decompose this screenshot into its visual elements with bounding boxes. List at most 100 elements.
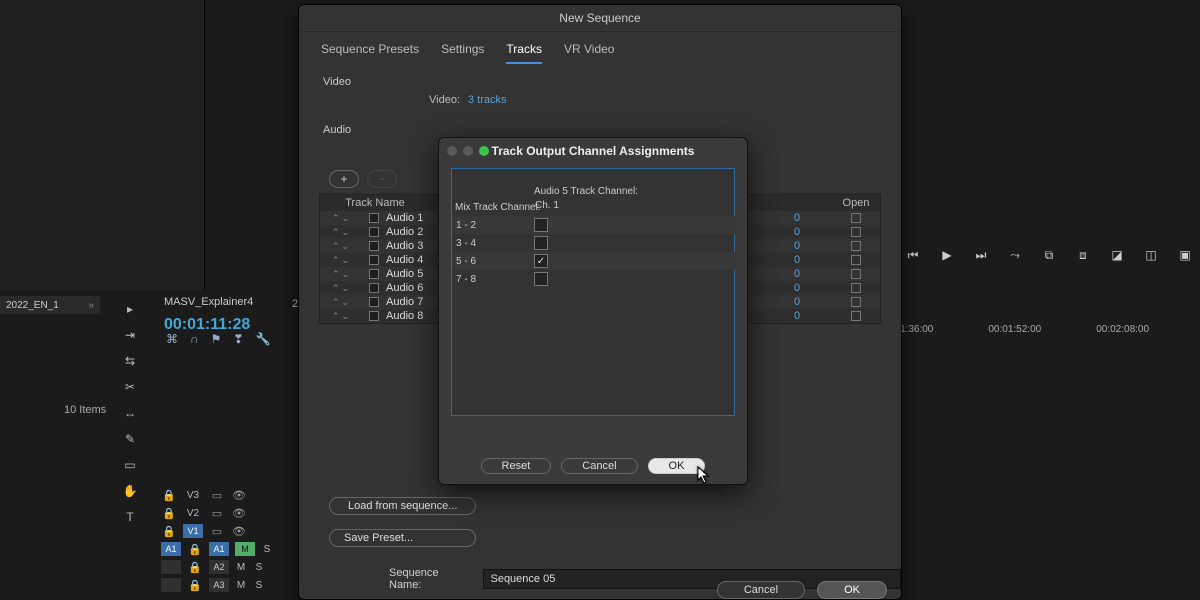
track-enable-checkbox[interactable] [366, 255, 382, 265]
open-checkbox[interactable] [832, 297, 880, 307]
chevron-up-icon[interactable]: ⌃ [332, 297, 340, 308]
chevron-down-icon[interactable]: ⌄ [342, 241, 350, 252]
lock-icon[interactable]: 🔒 [186, 541, 204, 557]
lock-icon[interactable]: 🔒 [186, 577, 204, 593]
track-enable-checkbox[interactable] [366, 283, 382, 293]
pan-value[interactable]: 0 [762, 212, 832, 224]
lock-icon[interactable]: 🔒 [160, 505, 178, 521]
cancel-button[interactable]: Cancel [717, 581, 805, 599]
pan-value[interactable]: 0 [762, 254, 832, 266]
pan-value[interactable]: 0 [762, 240, 832, 252]
toggle-output-icon[interactable]: ▭ [208, 505, 226, 521]
audio-track-row[interactable]: 🔒 A3 M S [160, 576, 274, 594]
minimize-dot-icon[interactable] [463, 146, 473, 156]
step-back-icon[interactable]: ⏮ [905, 247, 921, 263]
chevron-up-icon[interactable]: ⌃ [332, 283, 340, 294]
window-controls[interactable] [447, 146, 489, 156]
track-enable-checkbox[interactable] [366, 227, 382, 237]
pan-value[interactable]: 0 [762, 310, 832, 322]
pan-value[interactable]: 0 [762, 268, 832, 280]
rect-tool-icon[interactable]: ▭ [120, 456, 140, 474]
pan-value[interactable]: 0 [762, 282, 832, 294]
pan-value[interactable]: 0 [762, 296, 832, 308]
chevron-up-icon[interactable]: ⌃ [332, 227, 340, 238]
lock-icon[interactable]: 🔒 [160, 523, 178, 539]
razor-tool-icon[interactable]: ✂ [120, 378, 140, 396]
track-select-tool-icon[interactable]: ⇥ [120, 326, 140, 344]
skip-icon[interactable]: ⤳ [1007, 247, 1023, 263]
wrench-icon[interactable]: 🔧 [255, 332, 270, 346]
tab-tracks[interactable]: Tracks [506, 42, 542, 64]
eye-icon[interactable]: 👁 [230, 487, 248, 503]
play-icon[interactable]: ▶ [939, 247, 955, 263]
export-frame-icon[interactable]: ◪ [1109, 247, 1125, 263]
snap-icon[interactable]: ⌘ [166, 332, 178, 346]
pan-value[interactable]: 0 [762, 226, 832, 238]
chevron-down-icon[interactable]: ⌄ [342, 255, 350, 266]
save-preset-button[interactable]: Save Preset... [329, 529, 476, 547]
lock-icon[interactable]: 🔒 [160, 487, 178, 503]
chevron-up-icon[interactable]: ⌃ [332, 241, 340, 252]
assignment-checkbox[interactable] [534, 218, 548, 232]
toggle-output-icon[interactable]: ▭ [208, 487, 226, 503]
track-enable-checkbox[interactable] [366, 241, 382, 251]
slip-tool-icon[interactable]: ↔ [120, 404, 140, 422]
chevron-down-icon[interactable]: ⌄ [342, 283, 350, 294]
chevron-down-icon[interactable]: ⌄ [342, 311, 350, 322]
ripple-tool-icon[interactable]: ⇆ [120, 352, 140, 370]
assignment-checkbox[interactable] [534, 254, 548, 268]
chevron-down-icon[interactable]: ⌄ [342, 269, 350, 280]
chevron-up-icon[interactable]: ⌃ [332, 269, 340, 280]
add-track-button[interactable]: + [329, 170, 359, 188]
hand-tool-icon[interactable]: ✋ [120, 482, 140, 500]
audio-track-row[interactable]: A1 🔒 A1 M S [160, 540, 274, 558]
eye-icon[interactable]: 👁 [230, 505, 248, 521]
overwrite-icon[interactable]: ⧈ [1075, 247, 1091, 263]
chevron-down-icon[interactable]: ⌄ [342, 213, 350, 224]
track-enable-checkbox[interactable] [366, 297, 382, 307]
load-from-sequence-button[interactable]: Load from sequence... [329, 497, 476, 515]
eye-icon[interactable]: 👁 [230, 523, 248, 539]
toggle-output-icon[interactable]: ▭ [208, 523, 226, 539]
track-enable-checkbox[interactable] [366, 311, 382, 321]
open-checkbox[interactable] [832, 213, 880, 223]
video-track-row[interactable]: 🔒 V2 ▭ 👁 [160, 504, 274, 522]
open-checkbox[interactable] [832, 255, 880, 265]
assignment-checkbox[interactable] [534, 236, 548, 250]
ok-button[interactable]: OK [817, 581, 887, 599]
assignment-checkbox[interactable] [534, 272, 548, 286]
chevron-up-icon[interactable]: ⌃ [332, 311, 340, 322]
project-tab[interactable]: 2022_EN_1 » [0, 296, 100, 314]
pen-tool-icon[interactable]: ✎ [120, 430, 140, 448]
selection-tool-icon[interactable]: ▸ [120, 300, 140, 318]
project-tab-menu-icon[interactable]: » [88, 300, 94, 311]
tab-vr[interactable]: VR Video [564, 42, 614, 64]
marker-icon[interactable]: ⚑ [211, 332, 222, 346]
open-checkbox[interactable] [832, 269, 880, 279]
ok-button[interactable]: OK [648, 458, 706, 474]
chevron-up-icon[interactable]: ⌃ [332, 213, 340, 224]
open-checkbox[interactable] [832, 311, 880, 321]
chevron-up-icon[interactable]: ⌃ [332, 255, 340, 266]
audio-track-row[interactable]: 🔒 A2 M S [160, 558, 274, 576]
track-enable-checkbox[interactable] [366, 213, 382, 223]
step-fwd-icon[interactable]: ⏭ [973, 247, 989, 263]
tab-settings[interactable]: Settings [441, 42, 484, 64]
video-tracks-value[interactable]: 3 tracks [468, 94, 507, 106]
track-enable-checkbox[interactable] [366, 269, 382, 279]
tab-presets[interactable]: Sequence Presets [321, 42, 419, 64]
open-checkbox[interactable] [832, 283, 880, 293]
settings-icon[interactable]: ▣ [1177, 247, 1193, 263]
lock-icon[interactable]: 🔒 [186, 559, 204, 575]
compare-icon[interactable]: ◫ [1143, 247, 1159, 263]
close-dot-icon[interactable] [447, 146, 457, 156]
type-tool-icon[interactable]: T [120, 508, 140, 526]
reset-button[interactable]: Reset [481, 458, 552, 474]
video-track-row[interactable]: 🔒 V1 ▭ 👁 [160, 522, 274, 540]
open-checkbox[interactable] [832, 241, 880, 251]
chevron-down-icon[interactable]: ⌄ [342, 297, 350, 308]
cancel-button[interactable]: Cancel [561, 458, 637, 474]
tag-icon[interactable]: ❣ [233, 332, 243, 346]
link-icon[interactable]: ∩ [190, 332, 199, 346]
chevron-down-icon[interactable]: ⌄ [342, 227, 350, 238]
